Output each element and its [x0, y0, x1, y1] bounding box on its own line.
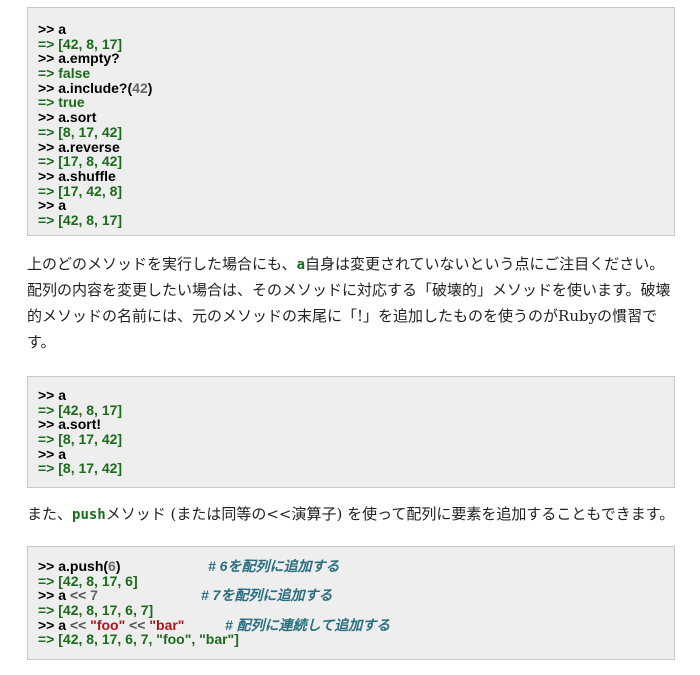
code-line: >> a [38, 387, 67, 403]
paragraph-line: 配列の内容を変更したい場合は、そのメソッドに対応する「破壊的」メソッドを使います… [27, 281, 671, 299]
code-line: >> a.empty? [38, 50, 120, 67]
code-line: >> a.include?(42) [38, 79, 153, 96]
code-block-2: >> a => [42, 8, 17] >> a.sort! => [8, 17… [27, 376, 675, 488]
code-line: >> a.push(6) # 6を配列に追加する [38, 558, 340, 574]
code-line: => [42, 8, 17] [38, 401, 123, 418]
code-line: => false [38, 65, 91, 82]
code-block-3: >> a.push(6) # 6を配列に追加する => [42, 8, 17, 6… [27, 546, 675, 660]
paragraph-line: 的メソッドの名前には、元のメソッドの末尾に「!」を追加したものを使うのがRuby… [27, 307, 658, 325]
code-line: => [42, 8, 17] [38, 211, 123, 228]
code-line: => [17, 42, 8] [38, 182, 123, 199]
code-block-1: >> a => [42, 8, 17] >> a.empty? => false… [27, 7, 675, 236]
code-line: => [8, 17, 42] [38, 431, 123, 448]
code-line: >> a [38, 21, 67, 37]
code-line: >> a [38, 197, 67, 214]
code-line: >> a << 7 # 7を配列に追加する [38, 587, 333, 604]
code-comment: # 7を配列に追加する [201, 587, 333, 604]
code-comment: # 配列に連続して追加する [225, 616, 391, 633]
code-line: => [8, 17, 42] [38, 460, 123, 477]
code-line: => [42, 8, 17, 6, 7, "foo", "bar"] [38, 631, 239, 648]
code-line: => [42, 8, 17, 6] [38, 572, 138, 589]
paragraph-line: す。 [27, 333, 56, 351]
paragraph-2: また、pushメソッド (または同等の<<演算子) を使って配列に要素を追加する… [27, 501, 677, 527]
code-line: >> a << "foo" << "bar" # 配列に連続して追加する [38, 616, 391, 633]
code-line: => [42, 8, 17] [38, 35, 123, 52]
paragraph-line: 上のどのメソッドを実行した場合にも、a自身は変更されていないという点にご注目くだ… [27, 255, 665, 273]
code-line: => true [38, 94, 85, 111]
paragraph-line: また、pushメソッド (または同等の<<演算子) を使って配列に要素を追加する… [27, 505, 675, 523]
code-line: >> a.shuffle [38, 167, 116, 184]
code-comment: # 6を配列に追加する [208, 558, 340, 574]
inline-code: a [296, 257, 305, 273]
paragraph-1: 上のどのメソッドを実行した場合にも、a自身は変更されていないという点にご注目くだ… [27, 251, 677, 355]
code-line: >> a.sort [38, 109, 97, 126]
code-line: >> a.reverse [38, 138, 120, 155]
inline-code: push [72, 507, 106, 523]
code-line: => [17, 8, 42] [38, 153, 123, 170]
code-line: >> a.sort! [38, 416, 102, 433]
code-line: >> a [38, 445, 67, 462]
code-line: => [42, 8, 17, 6, 7] [38, 602, 154, 619]
code-line: => [8, 17, 42] [38, 123, 123, 140]
